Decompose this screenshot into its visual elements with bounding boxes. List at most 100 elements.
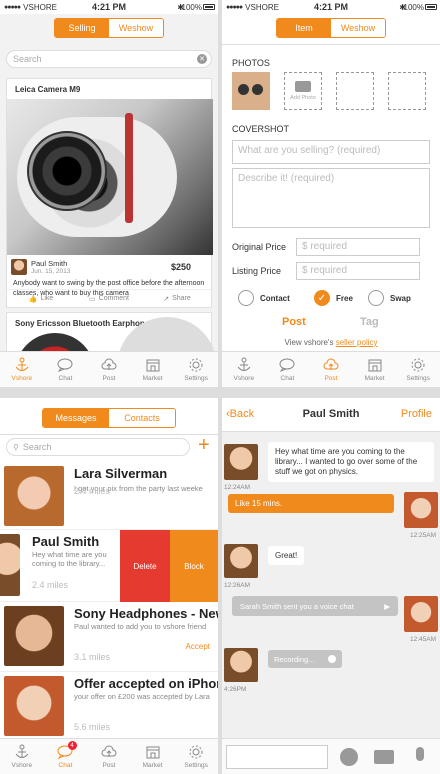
tab-chat[interactable]: Chat [44,352,88,387]
message-preview: your offer on £200 was accepted by Lara [74,692,210,701]
tab-market[interactable]: Market [131,739,175,774]
listing-meta: Paul Smith Jun. 15, 2013 $250 Anybody wa… [7,255,213,297]
carrier: VSHORE [23,2,57,12]
tab-selling[interactable]: Selling [55,19,109,37]
chat-screen: ‹Back Paul Smith Profile Hey what time a… [222,398,440,774]
anchor-icon [237,357,251,371]
chat-bubble-icon [279,358,295,373]
tab-item[interactable]: Item [277,19,331,37]
gear-icon [189,358,203,372]
radio-free-checked[interactable]: ✓ [314,290,330,306]
tab-market[interactable]: Market [131,352,175,387]
tab-settings[interactable]: Settings [174,352,218,387]
panel-divider-horizontal [0,387,440,398]
seller-name[interactable]: Paul Smith [31,259,67,268]
cloud-upload-icon [101,358,117,370]
listing-price-label: Listing Price [232,266,282,276]
option-contact[interactable]: Contact [238,290,290,306]
anchor-icon [15,744,29,758]
recording-indicator: Recording... [268,650,342,668]
selling-weshow-toggle: Selling Weshow [54,18,164,38]
message-time: 12:26AM [224,582,251,589]
listing-date: Jun. 15, 2013 [31,268,71,275]
message-bubble-received: Hey what time are you coming to the libr… [268,442,434,482]
description-input[interactable]: Describe it! (required) [232,168,430,228]
message-preview: Hey what time are you coming to the libr… [32,550,107,568]
photo-slot[interactable] [336,72,374,110]
store-icon [146,746,160,759]
status-bar: ●●●●● VSHORE 4:21 PM ✱ 100% [222,0,440,14]
original-price-input[interactable]: $ required [296,238,420,256]
emoji-icon[interactable] [340,748,358,766]
add-photo-button[interactable]: Add Photo [284,72,322,110]
tab-post[interactable]: Post [87,739,131,774]
message-time: 12:25AM [410,532,437,539]
add-message-button[interactable]: + [198,434,210,457]
tab-chat[interactable]: Chat 4 [44,739,88,774]
tab-vshore[interactable]: Vshore [222,352,266,387]
search-icon: ⚲ [13,442,19,452]
message-preview: Paul wanted to add you to vshore friend [74,622,207,631]
radio-contact[interactable] [238,290,254,306]
battery-percent: 100% [403,2,424,12]
seller-avatar[interactable] [11,259,27,275]
contact-photo [4,676,64,736]
tab-messages[interactable]: Messages [43,409,109,427]
share-icon: ↗ [163,295,170,303]
list-item[interactable]: Offer accepted on iPhone your offer on £… [0,672,218,740]
contact-name: Lara Silverman [74,466,168,481]
seller-policy-link[interactable]: seller policy [336,338,378,347]
chat-bubble-icon [57,358,73,373]
search-input[interactable]: Search ✕ [6,50,212,68]
option-swap[interactable]: Swap [368,290,411,306]
tab-vshore[interactable]: Vshore [0,739,44,774]
listing-price-input[interactable]: $ required [296,262,420,280]
photo-slot[interactable] [388,72,426,110]
like-button[interactable]: 👍 Like [7,290,75,307]
list-item-swiped[interactable]: Paul Smith Hey what time are you coming … [0,530,218,602]
tab-post[interactable]: Post [87,352,131,387]
tab-weshow[interactable]: Weshow [331,19,385,37]
store-icon [368,359,382,372]
list-item[interactable]: Sony Headphones - New.. Paul wanted to a… [0,602,218,672]
camera-icon[interactable] [374,750,394,764]
search-input[interactable]: ⚲ Search [6,438,190,456]
original-price-label: Original Price [232,242,287,252]
tab-chat[interactable]: Chat [266,352,310,387]
tag-button[interactable]: Tag [360,316,379,328]
delete-button[interactable]: Delete [120,530,170,602]
listing-card[interactable]: Leica Camera M9 Paul Smith Jun. 15, 2013… [6,78,213,308]
clear-icon[interactable]: ✕ [197,54,207,64]
comment-button[interactable]: ▭ Comment [75,290,143,307]
message-bubble-received: Great! [268,546,305,565]
tab-weshow[interactable]: Weshow [109,19,163,37]
option-free[interactable]: ✓ Free [314,290,353,306]
photo-thumbnail[interactable] [232,72,270,110]
gear-icon [411,358,425,372]
tab-settings[interactable]: Settings [396,352,440,387]
share-button[interactable]: ↗ Share [143,290,211,307]
tab-vshore[interactable]: Vshore [0,352,44,387]
list-item[interactable]: Lara Silverman I got your pix from the p… [0,462,218,530]
post-button[interactable]: Post [282,316,306,328]
sender-avatar [224,444,258,480]
profile-button[interactable]: Profile [401,408,432,420]
microphone-icon[interactable] [416,747,424,761]
cloud-upload-icon [101,745,117,757]
tab-contacts[interactable]: Contacts [109,409,175,427]
play-icon[interactable]: ▶ [384,602,390,611]
tab-settings[interactable]: Settings [174,739,218,774]
signal-icon: ●●●●● [226,3,243,11]
accept-button[interactable]: Accept [186,642,210,651]
title-input[interactable]: What are you selling? (required) [232,140,430,164]
sender-avatar [224,544,258,578]
tab-market[interactable]: Market [353,352,397,387]
back-button[interactable]: ‹Back [226,408,254,420]
radio-swap[interactable] [368,290,384,306]
cloud-upload-icon [323,358,339,370]
battery-icon [203,4,215,10]
tab-post[interactable]: Post [309,352,353,387]
message-input[interactable] [226,745,328,769]
block-button[interactable]: Block [170,530,218,602]
voice-chat-notice[interactable]: Sarah Smith sent you a voice chat ▶ [232,596,398,616]
